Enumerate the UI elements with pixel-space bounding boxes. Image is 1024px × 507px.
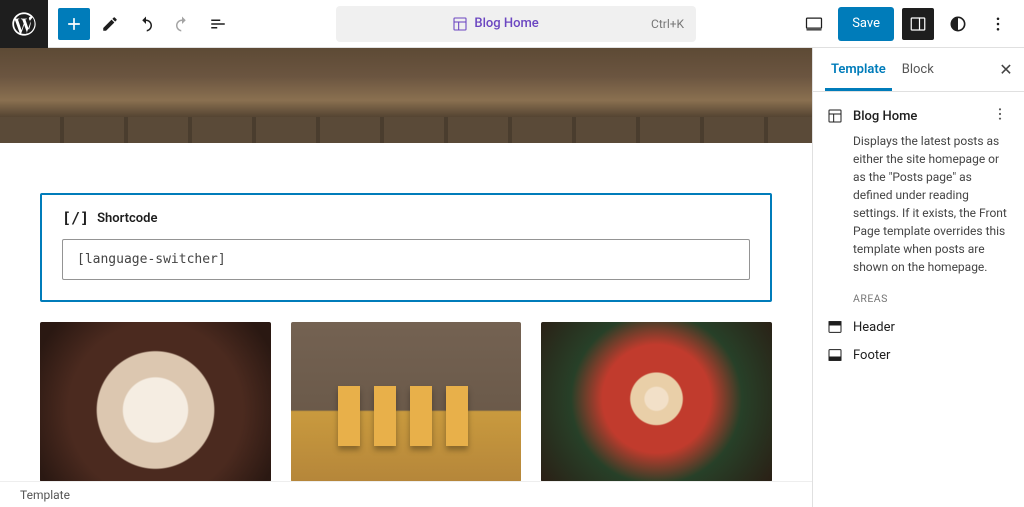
redo-button[interactable] xyxy=(166,8,198,40)
template-icon xyxy=(827,108,843,124)
post-card[interactable] xyxy=(541,322,772,481)
sidebar-close-button[interactable]: ✕ xyxy=(992,56,1020,84)
area-item-footer[interactable]: Footer xyxy=(827,341,1010,369)
toolbar-right: Save xyxy=(788,7,1024,41)
area-label: Header xyxy=(853,320,895,335)
template-description: Displays the latest posts as either the … xyxy=(853,132,1010,276)
styles-button[interactable] xyxy=(942,8,974,40)
sidebar-title-row: Blog Home xyxy=(827,106,1010,126)
content-wrap: [/] Shortcode xyxy=(0,143,812,481)
list-view-icon xyxy=(209,15,227,33)
tab-template[interactable]: Template xyxy=(825,48,892,91)
desktop-icon xyxy=(804,14,824,34)
contrast-icon xyxy=(948,14,968,34)
block-breadcrumb[interactable]: Template xyxy=(0,481,812,507)
template-options-button[interactable] xyxy=(990,106,1010,126)
toolbar-left xyxy=(48,8,244,40)
undo-button[interactable] xyxy=(130,8,162,40)
view-button[interactable] xyxy=(798,8,830,40)
document-title-chip[interactable]: Blog Home Ctrl+K xyxy=(336,6,696,42)
block-inserter-button[interactable] xyxy=(58,8,90,40)
footer-icon xyxy=(827,347,843,363)
sidebar-icon xyxy=(909,15,927,33)
post-grid xyxy=(40,322,772,481)
sidebar-body: Blog Home Displays the latest posts as e… xyxy=(813,92,1024,383)
more-vertical-icon xyxy=(992,106,1008,122)
shortcode-icon: [/] xyxy=(62,209,89,227)
post-card[interactable] xyxy=(40,322,271,481)
document-title: Blog Home xyxy=(474,16,538,31)
plus-icon xyxy=(64,14,84,34)
areas-label: AREAS xyxy=(853,292,1010,305)
redo-icon xyxy=(173,15,191,33)
sidebar-tabs: Template Block ✕ xyxy=(813,48,1024,92)
template-icon xyxy=(452,16,468,32)
tab-block[interactable]: Block xyxy=(896,48,940,91)
wordpress-icon xyxy=(10,10,38,38)
settings-sidebar: Template Block ✕ Blog Home Displays the … xyxy=(812,48,1024,507)
options-button[interactable] xyxy=(982,8,1014,40)
top-toolbar: Blog Home Ctrl+K Save xyxy=(0,0,1024,48)
editor-canvas-column: [/] Shortcode Template xyxy=(0,48,812,507)
save-button[interactable]: Save xyxy=(838,7,894,41)
tools-button[interactable] xyxy=(94,8,126,40)
main-area: [/] Shortcode Template Template Block ✕ xyxy=(0,48,1024,507)
shortcode-block-header: [/] Shortcode xyxy=(62,209,750,227)
editor-canvas[interactable]: [/] Shortcode xyxy=(0,48,812,481)
document-overview-button[interactable] xyxy=(202,8,234,40)
featured-image[interactable] xyxy=(0,48,812,143)
pencil-icon xyxy=(101,15,119,33)
undo-icon xyxy=(137,15,155,33)
sidebar-panel-title: Blog Home xyxy=(853,109,980,124)
wordpress-logo-button[interactable] xyxy=(0,0,48,48)
header-icon xyxy=(827,319,843,335)
shortcode-block-title: Shortcode xyxy=(97,211,157,226)
settings-sidebar-toggle[interactable] xyxy=(902,8,934,40)
post-card[interactable] xyxy=(291,322,522,481)
shortcode-input[interactable] xyxy=(62,239,750,280)
close-icon: ✕ xyxy=(999,60,1012,79)
toolbar-center: Blog Home Ctrl+K xyxy=(244,6,788,42)
area-item-header[interactable]: Header xyxy=(827,313,1010,341)
command-shortcut: Ctrl+K xyxy=(651,17,684,31)
more-vertical-icon xyxy=(989,15,1007,33)
shortcode-block[interactable]: [/] Shortcode xyxy=(40,193,772,302)
area-label: Footer xyxy=(853,348,890,363)
